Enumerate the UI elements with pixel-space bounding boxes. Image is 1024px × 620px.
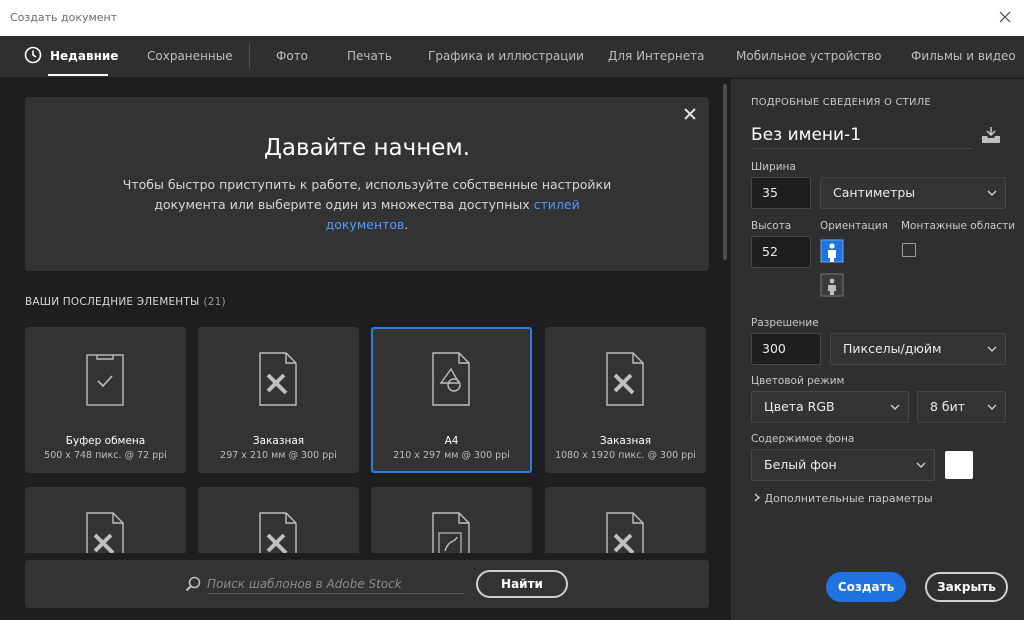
find-button[interactable]: Найти (476, 570, 568, 598)
clipboard-icon (86, 354, 124, 406)
recent-item-row2-3[interactable] (371, 487, 532, 553)
width-label: Ширина (751, 161, 796, 173)
item-size: 297 x 210 мм @ 300 ppi (220, 450, 337, 461)
background-select[interactable]: Белый фон (751, 449, 935, 481)
custom-preset-icon (86, 512, 124, 553)
chevron-down-icon (890, 404, 900, 410)
item-name: Заказная (252, 435, 305, 447)
create-button[interactable]: Создать (826, 572, 906, 602)
tab-photo[interactable]: Фото (276, 49, 308, 63)
close-button[interactable]: Закрыть (925, 572, 1008, 602)
print-preset-icon (432, 352, 470, 406)
chevron-down-icon (916, 462, 926, 468)
stock-search-input[interactable] (207, 574, 465, 594)
category-tabs: Недавние Сохраненные Фото Печать Графика… (0, 36, 1024, 78)
title-bar: Создать документ (0, 0, 1024, 36)
resolution-units-select[interactable]: Пикселы/дюйм (830, 333, 1006, 365)
window-close-icon[interactable] (994, 6, 1016, 28)
bit-depth-select[interactable]: 8 бит (917, 391, 1006, 423)
recent-count: (21) (203, 296, 226, 308)
units-select[interactable]: Сантиметры (820, 177, 1006, 209)
resolution-label: Разрешение (751, 317, 819, 329)
stock-search-bar: Найти (25, 560, 709, 608)
height-input[interactable]: 52 (751, 236, 811, 268)
tab-art-illustration[interactable]: Графика и иллюстрации (428, 49, 584, 63)
item-size: 1080 x 1920 пикс. @ 300 ppi (555, 450, 696, 461)
custom-preset-icon (606, 352, 644, 406)
welcome-heading: Давайте начнем. (263, 135, 471, 161)
details-heading: ПОДРОБНЫЕ СВЕДЕНИЯ О СТИЛЕ (751, 97, 931, 108)
color-mode-select[interactable]: Цвета RGB (751, 391, 909, 423)
recent-item-clipboard[interactable]: Буфер обмена 500 x 748 пикс. @ 72 ppi (25, 327, 186, 473)
recent-item-row2-2[interactable] (198, 487, 359, 553)
orientation-label: Ориентация (820, 220, 888, 232)
color-mode-label: Цветовой режим (751, 375, 845, 387)
advanced-options-toggle[interactable]: Дополнительные параметры (753, 492, 933, 505)
tab-web[interactable]: Для Интернета (608, 49, 704, 63)
artboards-checkbox[interactable] (902, 243, 916, 257)
custom-preset-icon (606, 512, 644, 553)
chevron-down-icon (987, 404, 997, 410)
chevron-down-icon (987, 190, 997, 196)
landscape-orientation-icon[interactable] (820, 273, 844, 297)
tab-film-video[interactable]: Фильмы и видео (911, 49, 1016, 63)
item-size: 500 x 748 пикс. @ 72 ppi (44, 450, 167, 461)
recent-item-custom-2[interactable]: Заказная 1080 x 1920 пикс. @ 300 ppi (545, 327, 706, 473)
custom-preset-icon (259, 352, 297, 406)
item-name: A4 (444, 435, 459, 447)
chevron-down-icon (987, 346, 997, 352)
recent-item-custom-1[interactable]: Заказная 297 x 210 мм @ 300 ppi (198, 327, 359, 473)
window-title: Создать документ (10, 11, 118, 24)
recent-item-row2-4[interactable] (545, 487, 706, 553)
item-name: Заказная (599, 435, 652, 447)
item-size: 210 x 297 мм @ 300 ppi (393, 450, 510, 461)
tab-saved[interactable]: Сохраненные (147, 49, 233, 63)
item-name: Буфер обмена (65, 435, 146, 447)
welcome-text: Чтобы быстро приступить к работе, исполь… (122, 177, 612, 232)
scrollbar-thumb[interactable] (723, 84, 727, 260)
clock-icon (24, 46, 42, 64)
document-name-field[interactable]: Без имени-1 (751, 125, 972, 149)
background-color-swatch[interactable] (945, 451, 973, 479)
recent-item-a4[interactable]: A4 210 x 297 мм @ 300 ppi (371, 327, 532, 473)
background-label: Содержимое фона (751, 433, 855, 445)
welcome-banner: Давайте начнем. Чтобы быстро приступить … (25, 97, 709, 271)
tab-recent[interactable]: Недавние (50, 49, 118, 63)
chevron-right-icon (754, 493, 761, 502)
artboards-label: Монтажные области (901, 220, 1016, 232)
active-tab-indicator (48, 74, 108, 76)
tab-mobile[interactable]: Мобильное устройство (736, 49, 881, 63)
portrait-orientation-icon[interactable] (820, 239, 844, 263)
custom-preset-icon (259, 512, 297, 553)
recent-item-row2-1[interactable] (25, 487, 186, 553)
width-input[interactable]: 35 (751, 177, 811, 209)
search-icon (185, 576, 201, 592)
resolution-input[interactable]: 300 (751, 333, 821, 365)
tab-print[interactable]: Печать (347, 49, 392, 63)
recent-heading: ВАШИ ПОСЛЕДНИЕ ЭЛЕМЕНТЫ (21) (25, 296, 226, 308)
illustration-preset-icon (432, 512, 470, 553)
banner-close-icon[interactable] (681, 105, 699, 123)
tab-separator (249, 44, 250, 68)
save-preset-icon[interactable] (981, 126, 1001, 144)
height-label: Высота (751, 220, 792, 232)
